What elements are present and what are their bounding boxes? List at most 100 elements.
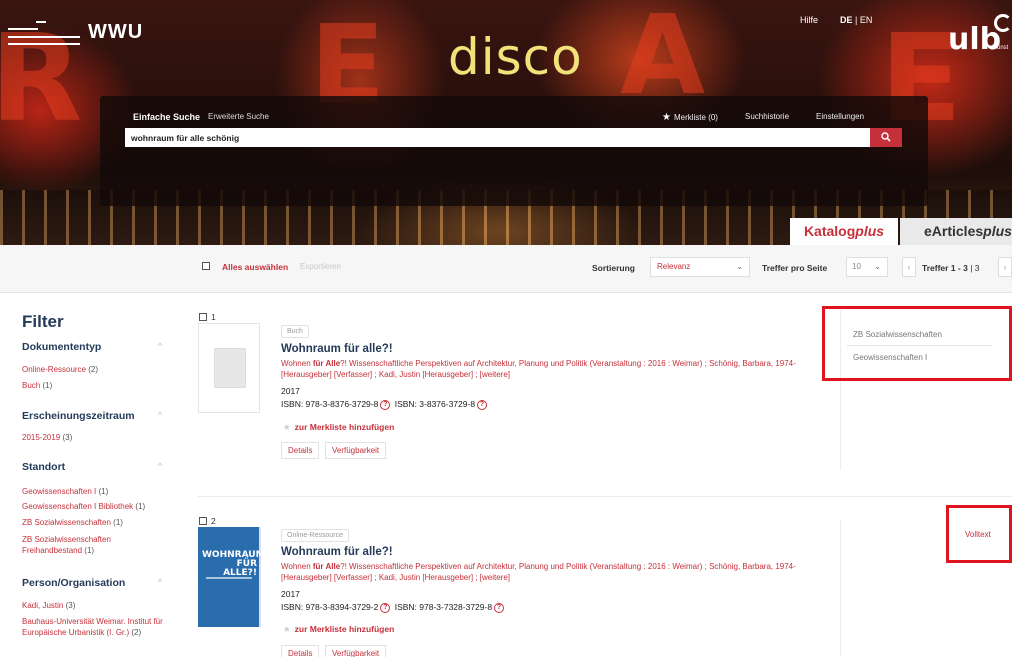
per-page-select[interactable]: 10 ⌄ bbox=[846, 257, 888, 277]
sort-select[interactable]: Relevanz ⌄ bbox=[650, 257, 750, 277]
history-link[interactable]: Suchhistorie bbox=[745, 112, 789, 121]
tab-simple-search[interactable]: Einfache Suche bbox=[133, 112, 200, 122]
filter-item[interactable]: Geowissenschaften I (1) bbox=[22, 486, 172, 497]
doc-type-badge: Online-Ressource bbox=[281, 529, 350, 542]
cover-title: WOHNRAUM FÜR ALLE?! bbox=[202, 550, 265, 578]
tab-advanced-search[interactable]: Erweiterte Suche bbox=[208, 112, 269, 121]
help-circle-icon[interactable]: ? bbox=[380, 602, 391, 613]
help-circle-icon[interactable]: ? bbox=[380, 399, 391, 410]
lang-separator: | bbox=[852, 15, 860, 25]
volltext-highlight: Volltext bbox=[946, 505, 1012, 563]
magnifier-icon bbox=[881, 132, 891, 142]
help-link[interactable]: Hilfe bbox=[800, 15, 818, 25]
result-description[interactable]: Wohnen für Alle?! Wissenschaftliche Pers… bbox=[281, 561, 816, 583]
location-item[interactable]: ZB Sozialwissenschaften bbox=[847, 324, 992, 346]
filter-item[interactable]: ZB Sozialwissenschaften (1) bbox=[22, 517, 172, 528]
tab-earticlesplus[interactable]: eArticlesplus bbox=[900, 218, 1012, 245]
filter-item[interactable]: ZB Sozialwissenschaften Freihandbestand … bbox=[22, 534, 142, 556]
search-input[interactable] bbox=[125, 128, 870, 147]
cover-placeholder[interactable] bbox=[198, 323, 260, 413]
locations-highlight: ZB Sozialwissenschaften Geowissenschafte… bbox=[822, 306, 1012, 381]
sort-label: Sortierung bbox=[592, 263, 635, 273]
sort-value: Relevanz bbox=[657, 262, 691, 271]
filter-item[interactable]: Kadi, Justin (3) bbox=[22, 600, 172, 611]
help-circle-icon[interactable]: ? bbox=[494, 602, 505, 613]
add-to-merkliste-link[interactable]: ★ zur Merkliste hinzufügen bbox=[283, 624, 394, 635]
location-item[interactable]: Geowissenschaften I bbox=[847, 347, 992, 369]
result-number: 2 bbox=[211, 516, 216, 526]
merkliste-link[interactable]: ★ Merkliste (0) bbox=[662, 112, 718, 123]
results-toolbar: Alles auswählen Exportieren Sortierung R… bbox=[0, 245, 1012, 293]
add-to-merkliste-link[interactable]: ★ zur Merkliste hinzufügen bbox=[283, 422, 394, 433]
tab-katalogplus[interactable]: Katalogplus bbox=[790, 218, 898, 245]
doc-type-badge: Buch bbox=[281, 325, 309, 338]
language-switch: DE | EN bbox=[840, 15, 872, 25]
chevron-down-icon: ⌄ bbox=[736, 262, 743, 271]
availability-button[interactable]: Verfügbarkeit bbox=[325, 645, 387, 657]
chevron-up-icon[interactable]: ^ bbox=[158, 461, 162, 471]
star-icon: ★ bbox=[662, 112, 671, 123]
chevron-up-icon[interactable]: ^ bbox=[158, 577, 162, 587]
ulb-logo-icon bbox=[994, 14, 1012, 32]
search-button[interactable] bbox=[870, 128, 902, 147]
select-all-checkbox[interactable] bbox=[202, 262, 210, 270]
filter-title: Filter bbox=[22, 312, 64, 331]
result-number: 1 bbox=[211, 312, 216, 322]
hits-total: | 3 bbox=[970, 263, 980, 273]
per-page-value: 10 bbox=[852, 262, 861, 271]
filter-item[interactable]: Geowissenschaften I Bibliothek (1) bbox=[22, 501, 172, 512]
banner-decoration: A bbox=[620, 0, 706, 119]
star-icon: ★ bbox=[283, 624, 291, 634]
filter-item[interactable]: 2015-2019 (3) bbox=[22, 432, 172, 443]
header-banner: R E A E WWU disco Hilfe DE | EN ulb Müns… bbox=[0, 0, 1012, 245]
filter-group-dokumententyp[interactable]: Dokumententyp bbox=[22, 341, 101, 353]
star-icon: ★ bbox=[283, 422, 291, 432]
help-circle-icon[interactable]: ? bbox=[477, 399, 488, 410]
details-button[interactable]: Details bbox=[281, 645, 320, 657]
app-title[interactable]: disco bbox=[448, 28, 583, 86]
hits-range: Treffer 1 - 3 | 3 bbox=[922, 263, 980, 273]
wwu-logo-text: WWU bbox=[88, 21, 144, 43]
lang-en-link[interactable]: EN bbox=[860, 15, 873, 25]
cover-decoration bbox=[206, 577, 252, 579]
book-icon bbox=[214, 348, 246, 388]
result-isbn: ISBN: 978-3-8376-3729-8? ISBN: 3-8376-37… bbox=[281, 399, 489, 410]
hits-label: Treffer 1 - 3 bbox=[922, 263, 968, 273]
tab-katalog-suffix: plus bbox=[855, 223, 885, 239]
result-description[interactable]: Wohnen für Alle?! Wissenschaftliche Pers… bbox=[281, 358, 816, 380]
result-isbn: ISBN: 978-3-8394-3729-2? ISBN: 978-3-732… bbox=[281, 602, 506, 613]
filter-group-standort[interactable]: Standort bbox=[22, 461, 65, 473]
filter-item[interactable]: Buch (1) bbox=[22, 380, 172, 391]
result-year: 2017 bbox=[281, 589, 300, 599]
availability-button[interactable]: Verfügbarkeit bbox=[325, 442, 387, 459]
result-checkbox[interactable] bbox=[199, 313, 207, 321]
chevron-down-icon: ⌄ bbox=[874, 262, 881, 271]
wwu-logo[interactable]: WWU bbox=[8, 17, 148, 47]
fulltext-link[interactable]: Volltext bbox=[965, 530, 991, 539]
per-page-label: Treffer pro Seite bbox=[762, 263, 828, 273]
result-year: 2017 bbox=[281, 386, 300, 396]
select-all-link[interactable]: Alles auswählen bbox=[222, 262, 288, 272]
tab-earticles-suffix: plus bbox=[983, 223, 1012, 239]
ulb-logo-subtitle: Münst bbox=[992, 45, 1009, 51]
prev-page-button[interactable]: ‹ bbox=[902, 257, 916, 277]
lang-de-link[interactable]: DE bbox=[840, 15, 853, 25]
merkliste-label: Merkliste (0) bbox=[673, 113, 718, 122]
result-checkbox[interactable] bbox=[199, 517, 207, 525]
filter-group-person-organisation[interactable]: Person/Organisation bbox=[22, 577, 125, 589]
chevron-up-icon[interactable]: ^ bbox=[158, 341, 162, 351]
ulb-logo[interactable]: ulb bbox=[948, 22, 1001, 57]
export-link[interactable]: Exportieren bbox=[300, 262, 341, 271]
filter-item[interactable]: Online-Ressource (2) bbox=[22, 364, 172, 375]
chevron-up-icon[interactable]: ^ bbox=[158, 410, 162, 420]
search-panel: Einfache Suche Erweiterte Suche ★ Merklis… bbox=[100, 96, 928, 206]
result-title[interactable]: Wohnraum für alle?! bbox=[281, 343, 393, 355]
cover-image[interactable]: WOHNRAUM FÜR ALLE?! bbox=[198, 527, 265, 627]
next-page-button[interactable]: › bbox=[998, 257, 1012, 277]
filter-item[interactable]: Bauhaus-Universität Weimar. Institut für… bbox=[22, 616, 172, 638]
details-button[interactable]: Details bbox=[281, 442, 320, 459]
settings-link[interactable]: Einstellungen bbox=[816, 112, 864, 121]
wwu-logo-icon bbox=[8, 17, 80, 47]
result-title[interactable]: Wohnraum für alle?! bbox=[281, 546, 393, 558]
filter-group-erscheinungszeitraum[interactable]: Erscheinungszeitraum bbox=[22, 410, 135, 422]
